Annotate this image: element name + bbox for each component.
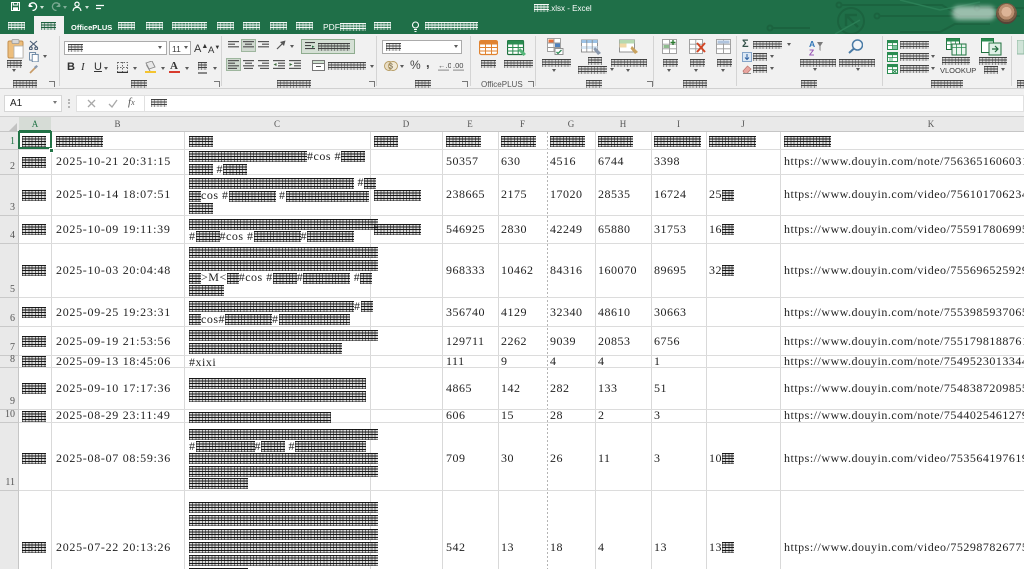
- svg-text:.00: .00: [453, 61, 463, 70]
- svg-text:←.0: ←.0: [438, 61, 451, 70]
- svg-text:Z: Z: [809, 48, 814, 57]
- svg-text:$: $: [389, 64, 393, 71]
